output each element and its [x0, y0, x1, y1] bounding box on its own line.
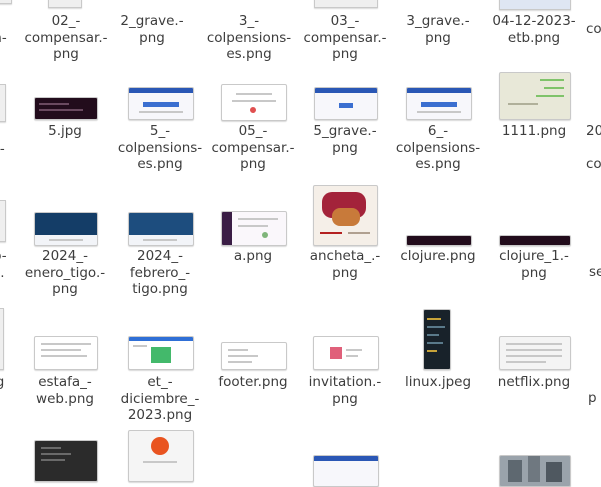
file-name: p: [588, 390, 597, 406]
file-thumbnail: [499, 0, 571, 10]
file-name: et_- diciembre_- 2023.png: [120, 374, 200, 423]
file-thumbnail: [221, 84, 287, 121]
file-thumbnail: [314, 0, 378, 8]
file-name: 6_- colpensions- es.png: [395, 123, 481, 172]
file-name: 2_grave.- png: [120, 13, 184, 46]
file-thumbnail: [313, 336, 379, 370]
file-thumbnail: [0, 0, 12, 4]
file-name: footer.png: [218, 374, 288, 390]
file-name: estafa_- web.png: [36, 374, 94, 407]
file-name: 02_- compensar.- png: [24, 13, 108, 62]
file-thumbnail: [499, 72, 571, 120]
file-name: clojure_1.- png: [499, 248, 569, 281]
file-name: 04-12-2023- etb.png: [492, 13, 576, 46]
file-name: 5_- colpensions- es.png: [117, 123, 203, 172]
file-thumbnail: [221, 342, 287, 370]
file-thumbnail: [314, 87, 378, 120]
file-thumbnail: [406, 235, 472, 246]
file-thumbnail[interactable]: [34, 440, 98, 482]
file-name: 05_- compensar.- png: [211, 123, 295, 172]
file-thumbnail: [406, 87, 472, 120]
file-thumbnail: [34, 336, 98, 370]
file-thumbnail: [221, 211, 287, 246]
file-name: 2024_- enero_tigo.- png: [24, 248, 106, 297]
file-thumbnail: [48, 0, 82, 8]
file-grid: n- 02_- compensar.- png 2_grave.- png 3_…: [0, 0, 601, 487]
file-thumbnail: [34, 97, 98, 120]
file-name: 03_- compensar.- png: [303, 13, 387, 62]
file-name: a.png: [233, 248, 273, 264]
file-name: co: [586, 21, 601, 37]
file-name: 5_grave.- png: [313, 123, 377, 156]
file-thumbnail: [0, 200, 6, 242]
file-thumbnail[interactable]: [499, 455, 571, 487]
file-thumbnail: [128, 336, 194, 370]
file-name: 20 co: [586, 123, 601, 172]
file-name: netflix.png: [497, 374, 571, 390]
file-thumbnail: [128, 212, 194, 246]
file-thumbnail: [0, 308, 4, 370]
file-thumbnail: [499, 336, 571, 370]
file-name: ancheta_.- png: [309, 248, 381, 281]
file-thumbnail: [0, 84, 6, 122]
file-name: 5.jpg: [48, 123, 82, 139]
file-thumbnail: [128, 87, 194, 120]
file-name: 2024_- febrero_- tigo.png: [129, 248, 191, 297]
file-thumbnail: [499, 235, 571, 246]
file-thumbnail[interactable]: [313, 455, 379, 487]
file-name: 3_- colpensions- es.png: [206, 13, 292, 62]
file-name: 3_grave.- png: [406, 13, 470, 46]
file-name: se: [589, 264, 601, 280]
file-name: clojure.png: [400, 248, 476, 264]
file-thumbnail: [313, 185, 378, 246]
file-name: r.-: [0, 141, 5, 157]
file-thumbnail[interactable]: [128, 430, 194, 482]
file-name: 1111.png: [501, 123, 567, 139]
file-name: linux.jpeg: [404, 374, 472, 390]
file-thumbnail: [423, 309, 451, 370]
file-name: invitation.- png: [308, 374, 382, 407]
file-thumbnail: [34, 212, 98, 246]
